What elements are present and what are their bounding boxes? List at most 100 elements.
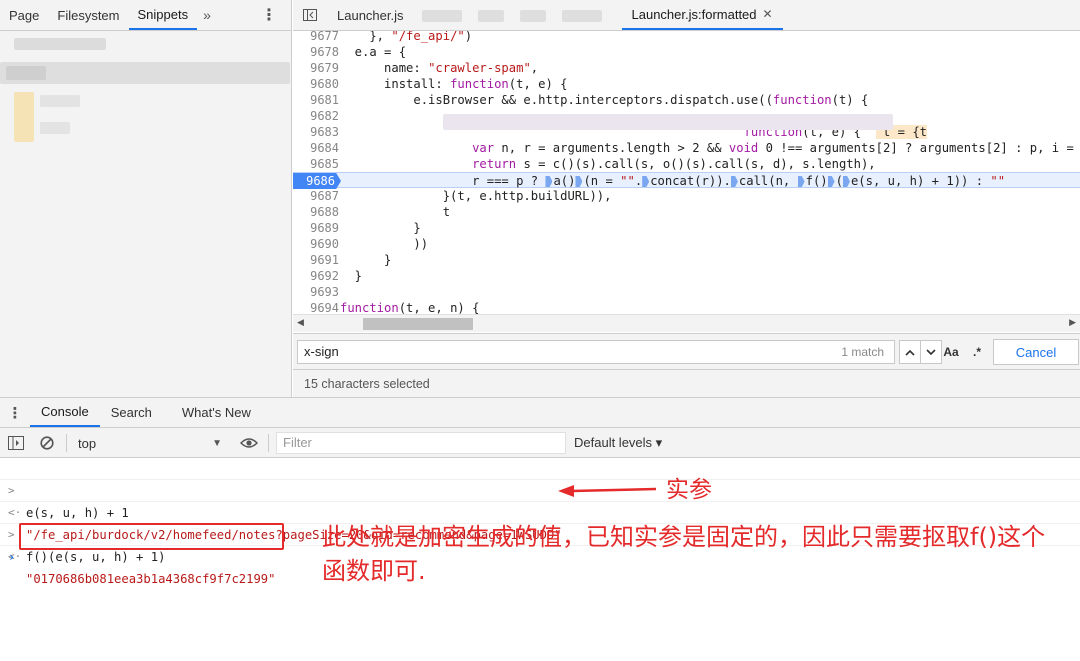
line-number[interactable]: 9683 — [293, 124, 339, 140]
tab-page[interactable]: Page — [0, 0, 48, 30]
line-number[interactable]: 9681 — [293, 92, 339, 108]
line-number[interactable]: 9686 — [293, 173, 341, 189]
scroll-right-icon[interactable]: ▶ — [1069, 317, 1076, 328]
scroll-left-icon[interactable]: ◀ — [297, 317, 304, 328]
tab-whats-new[interactable]: What's New — [171, 398, 262, 427]
line-number[interactable]: 9687 — [293, 188, 339, 204]
regex-button[interactable]: .* — [965, 340, 989, 364]
tab-filesystem[interactable]: Filesystem — [48, 0, 128, 30]
scrollbar-thumb[interactable] — [363, 318, 473, 330]
redacted-tab — [519, 10, 546, 22]
annotation-label: 实参 — [666, 477, 712, 503]
code-line: 9689 } — [293, 220, 1080, 236]
code-text: }(t, e.http.buildURL)), — [340, 189, 612, 203]
code-line-paused: 9686 r === p ? a() (n = "". concat(r)). cal… — [293, 172, 1080, 189]
redacted-tab — [561, 10, 602, 22]
close-icon[interactable]: ✕ — [763, 7, 773, 21]
navigator-menu-icon[interactable]: ⋮ — [247, 0, 291, 30]
redacted-tree-item — [14, 92, 34, 142]
tab-label: Launcher.js:formatted — [631, 6, 757, 22]
redacted-tree-item — [40, 122, 70, 134]
context-selector[interactable]: top ▼ — [72, 433, 222, 453]
line-number[interactable]: 9682 — [293, 108, 339, 124]
code-text: return s = c()(s).call(s, o()(s).call(s,… — [472, 157, 876, 171]
clear-console-icon[interactable] — [40, 433, 54, 453]
annotation-explanation: 此处就是加密生成的值，已知实参是固定的，因此只需要抠取f()这个函数即可. — [322, 523, 1046, 585]
code-text: } — [340, 221, 421, 235]
tab-launcher-js-formatted[interactable]: Launcher.js:formatted ✕ — [621, 0, 783, 30]
tab-launcher-js[interactable]: Launcher.js — [327, 0, 414, 30]
code-text: t — [340, 205, 451, 219]
tab-search[interactable]: Search — [100, 398, 163, 427]
toolbar-divider — [66, 434, 67, 452]
console-output-text[interactable]: "0170686b081eea3b1a4368cf9f7c2199" — [26, 568, 275, 590]
code-text: } — [340, 253, 392, 267]
tab-snippets[interactable]: Snippets — [128, 0, 198, 30]
redacted-tab — [421, 10, 462, 22]
code-editor[interactable]: 9677 }, "/fe_api/") 9678 e.a = {9679 name… — [293, 31, 1080, 333]
editor-panel: Launcher.js Launcher.js:formatted ✕ 9677… — [293, 0, 1080, 397]
console-entry: <· "/fe_api/burdock/v2/homefeed/notes?pa… — [0, 480, 1080, 542]
match-count: 1 match — [841, 345, 884, 359]
log-levels-dropdown[interactable]: Default levels ▾ — [574, 433, 662, 453]
code-line: 9678 e.a = { — [293, 44, 1080, 60]
drawer-menu-icon[interactable]: ⋮ — [0, 398, 30, 427]
status-bar: 15 characters selected — [293, 369, 1080, 397]
tab-console[interactable]: Console — [30, 398, 100, 427]
code-text: }, "/fe_api/") — [340, 31, 473, 43]
previous-match-icon[interactable] — [899, 340, 921, 364]
code-line: 9680 install: function(t, e) { — [293, 76, 1080, 92]
redacted-tree-item — [6, 66, 46, 80]
filter-input[interactable]: Filter — [276, 432, 566, 454]
line-number[interactable]: 9677 — [293, 31, 339, 44]
cancel-button[interactable]: Cancel — [993, 339, 1079, 365]
line-number[interactable]: 9690 — [293, 236, 339, 252]
console-toolbar: top ▼ Filter Default levels ▾ — [0, 428, 1080, 458]
code-line: 9681 e.isBrowser && e.http.interceptors.… — [293, 92, 1080, 108]
match-case-button[interactable]: Aa — [937, 340, 965, 364]
code-line: 9687 }(t, e.http.buildURL)), — [293, 188, 1080, 204]
code-text: e.isBrowser && e.http.interceptors.dispa… — [340, 93, 869, 107]
line-number[interactable]: 9684 — [293, 140, 339, 156]
more-tabs-icon[interactable]: » — [197, 0, 217, 30]
code-line: 9677 }, "/fe_api/") — [293, 31, 1080, 44]
code-line: 9679 name: "crawler-spam", — [293, 60, 1080, 76]
redacted-tab — [477, 10, 504, 22]
toggle-navigator-icon[interactable] — [293, 0, 327, 30]
line-number[interactable]: 9689 — [293, 220, 339, 236]
line-number[interactable]: 9691 — [293, 252, 339, 268]
line-number[interactable]: 9685 — [293, 156, 339, 172]
navigator-tabs: Page Filesystem Snippets » ⋮ — [0, 0, 291, 31]
code-text: } — [340, 269, 363, 283]
code-text: e.a = { — [340, 45, 407, 59]
horizontal-scrollbar[interactable]: ◀ ▶ — [293, 314, 1080, 332]
search-input[interactable]: x-sign 1 match — [297, 340, 895, 364]
line-number[interactable]: 9692 — [293, 268, 339, 284]
line-number[interactable]: 9679 — [293, 60, 339, 76]
chevron-down-icon: ▼ — [212, 437, 222, 449]
code-line: 9685 return s = c()(s).call(s, o()(s).ca… — [293, 156, 1080, 172]
code-text: name: "crawler-spam", — [340, 61, 539, 75]
line-number[interactable]: 9693 — [293, 284, 339, 300]
code-text: )) — [340, 237, 429, 251]
line-number[interactable]: 9680 — [293, 76, 339, 92]
selection-status: 15 characters selected — [304, 377, 430, 391]
redacted-tree-item — [40, 95, 80, 107]
code-line: 9693 — [293, 284, 1080, 300]
code-line: 9688 t — [293, 204, 1080, 220]
line-number[interactable]: 9688 — [293, 204, 339, 220]
live-expression-eye-icon[interactable] — [240, 433, 258, 453]
search-value: x-sign — [304, 344, 339, 359]
code-text: r === p ? a() (n = "". concat(r)). call(n, … — [340, 174, 1006, 188]
console-prompt-cursor[interactable]: › — [8, 550, 15, 564]
line-number[interactable]: 9678 — [293, 44, 339, 60]
console-entry: > e(s, u, h) + 1 — [0, 458, 1080, 520]
toolbar-divider — [268, 434, 269, 452]
code-line: 9692 } — [293, 268, 1080, 284]
code-line: 9684 var n, r = arguments.length > 2 && … — [293, 140, 1080, 156]
show-sidebar-icon[interactable] — [8, 433, 24, 453]
annotation-arrow-icon — [558, 485, 657, 497]
context-value: top — [78, 435, 97, 451]
editor-tabs: Launcher.js Launcher.js:formatted ✕ — [293, 0, 1080, 31]
redacted-code — [443, 114, 893, 130]
